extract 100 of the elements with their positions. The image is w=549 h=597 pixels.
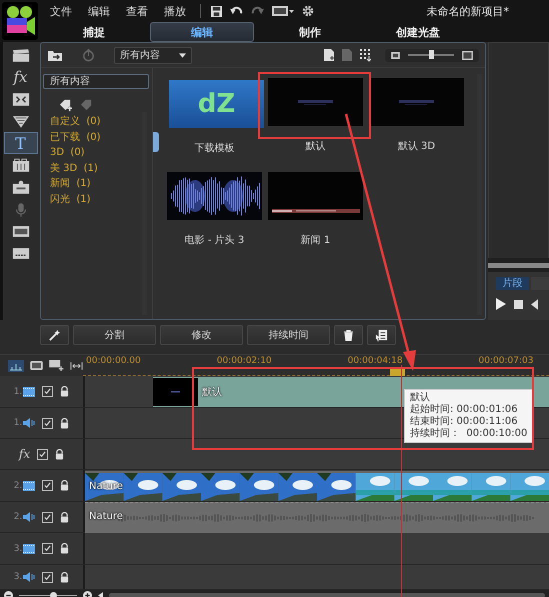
trash-icon — [343, 330, 354, 340]
film-icon — [23, 544, 36, 554]
workspace-tab[interactable]: 捕捉 — [42, 22, 146, 42]
lock-icon[interactable] — [60, 572, 70, 582]
menu-item[interactable]: 编辑 — [80, 4, 118, 18]
fx-icon[interactable]: fx — [13, 68, 28, 86]
add-tag-icon[interactable] — [59, 99, 72, 112]
thumbnail-label: 默认 3D — [396, 140, 436, 153]
category-item[interactable]: 美 3D (1) — [43, 160, 149, 176]
menu-item[interactable]: 播放 — [156, 4, 194, 18]
grid-view-icon[interactable] — [359, 48, 371, 62]
clip-label: Nature — [89, 510, 123, 522]
clapperboard-icon[interactable] — [12, 48, 30, 62]
speaker-icon — [23, 418, 36, 428]
film-icon — [23, 480, 36, 490]
track-checkbox[interactable] — [42, 480, 54, 491]
save-icon[interactable] — [211, 6, 222, 16]
clip-label: 默认 — [202, 386, 222, 398]
redo-icon[interactable] — [251, 6, 264, 16]
fit-icon[interactable] — [70, 362, 83, 370]
path-icon[interactable] — [12, 180, 30, 194]
menu-item[interactable]: 查看 — [118, 4, 156, 18]
subtitle-icon[interactable] — [12, 246, 30, 260]
workspace-tab[interactable]: 制作 — [258, 22, 362, 42]
undo-icon[interactable] — [230, 6, 243, 16]
stop-icon[interactable] — [514, 300, 523, 308]
chapter-icon[interactable] — [12, 224, 30, 238]
delete-button[interactable] — [334, 325, 363, 345]
thumbnail-label: 下载模板 — [194, 142, 236, 155]
new-file-icon[interactable] — [323, 48, 335, 62]
track-number: 2. — [14, 480, 22, 490]
thumbnail-label: 电影 - 片头 3 — [184, 234, 246, 247]
caret-icon — [179, 52, 186, 58]
menu-item[interactable]: 文件 — [42, 4, 80, 18]
category-item[interactable]: 闪光 (1) — [43, 192, 149, 207]
lock-icon[interactable] — [60, 512, 70, 522]
speaker-icon — [23, 572, 36, 582]
tooltip-line: 默认 — [410, 392, 431, 404]
lock-icon[interactable] — [60, 480, 70, 491]
edit-button[interactable]: 分割 — [73, 325, 156, 345]
add-track-icon[interactable] — [49, 360, 64, 371]
large-thumbnail-icon[interactable] — [462, 50, 473, 60]
app-logo — [2, 2, 38, 40]
track-checkbox[interactable] — [42, 543, 54, 554]
collapse-handle[interactable] — [153, 132, 159, 152]
ruler-time: 00:00:00.00 — [86, 355, 141, 366]
film-icon — [23, 386, 36, 396]
lock-icon[interactable] — [55, 448, 64, 460]
import-icon[interactable] — [47, 48, 63, 62]
track-number: 1. — [14, 418, 22, 428]
resolution-icon[interactable] — [272, 6, 294, 16]
category-item[interactable]: 新闻 (1) — [43, 176, 149, 192]
project-title: 未命名的新项目* — [426, 4, 509, 18]
timeline-view-icon[interactable] — [8, 360, 24, 372]
content-dropdown[interactable]: 所有内容 — [114, 46, 192, 64]
edit-button[interactable]: 修改 — [160, 325, 243, 345]
settings-icon[interactable] — [302, 5, 314, 17]
track-checkbox[interactable] — [42, 386, 54, 397]
track-checkbox[interactable] — [37, 448, 48, 460]
graphics-icon[interactable] — [12, 158, 30, 172]
track-number: 3. — [14, 544, 22, 554]
category-item[interactable]: 3D (0) — [43, 145, 149, 160]
magic-button[interactable] — [40, 325, 69, 345]
lock-icon[interactable] — [60, 386, 70, 397]
previous-icon[interactable] — [531, 298, 538, 310]
small-thumbnail-icon[interactable] — [391, 52, 400, 58]
edit-button[interactable]: 持续时间 — [247, 325, 330, 345]
ruler-time: 00:00:07:03 — [478, 355, 534, 366]
category-field[interactable]: 所有内容 — [43, 74, 149, 89]
thumbnail-label: 新闻 1 — [300, 234, 332, 247]
track-checkbox[interactable] — [42, 418, 54, 428]
play-icon[interactable] — [496, 298, 506, 310]
storyboard-icon[interactable] — [30, 361, 43, 370]
tooltip-line: 持续时间： 00:00:10:00 — [410, 428, 528, 440]
thumbnail-label: 默认 — [304, 140, 326, 153]
lock-icon[interactable] — [60, 418, 70, 428]
effects-track-label: fx — [18, 447, 30, 461]
filter-icon[interactable] — [12, 114, 30, 128]
track-checkbox[interactable] — [42, 572, 54, 582]
ruler-time: 00:00:02:10 — [216, 355, 272, 366]
audio-clip[interactable]: Nature — [85, 502, 549, 532]
track-number: 3. — [14, 572, 22, 582]
scrollbar[interactable] — [109, 593, 545, 597]
transition-icon[interactable] — [12, 92, 30, 106]
list-icon — [375, 328, 388, 342]
workspace-tab[interactable]: 创建光盘 — [366, 22, 470, 42]
template-logo[interactable]: dZ — [169, 80, 264, 128]
ruler-time: 00:00:04:18 — [348, 355, 403, 366]
list-button[interactable] — [367, 325, 396, 345]
mode-tab[interactable]: 片段 — [496, 277, 530, 290]
category-item[interactable]: 自定义 (0) — [43, 114, 149, 130]
logo-text: dZ — [198, 89, 236, 119]
category-item[interactable]: 已下载 (0) — [43, 130, 149, 145]
scroll-left-icon[interactable] — [98, 592, 103, 597]
lock-icon[interactable] — [60, 543, 70, 554]
track-checkbox[interactable] — [42, 512, 54, 522]
workspace-tab[interactable]: 编辑 — [150, 22, 254, 42]
speaker-icon — [23, 512, 36, 522]
track-number: 1. — [14, 386, 22, 396]
tooltip-line: 结束时间: 00:00:11:06 — [410, 416, 519, 428]
